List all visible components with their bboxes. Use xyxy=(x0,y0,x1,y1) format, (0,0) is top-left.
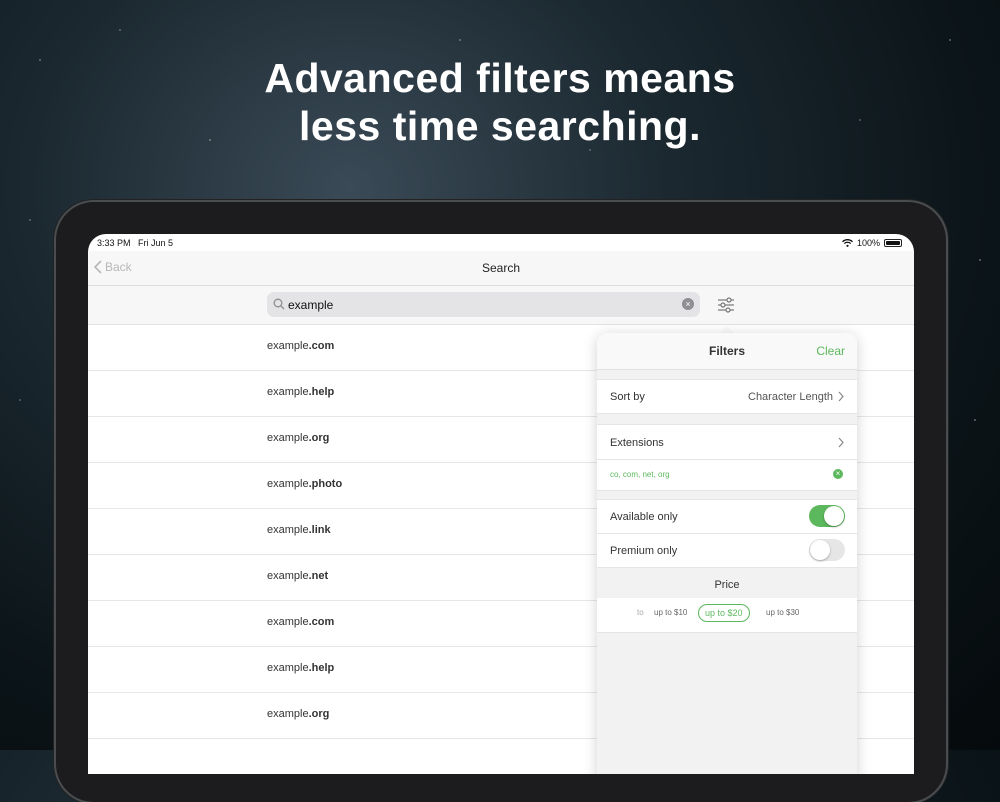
battery-icon xyxy=(884,239,902,247)
status-time: 3:33 PM Fri Jun 5 xyxy=(97,238,174,248)
wifi-icon xyxy=(842,239,853,247)
price-option-partial[interactable]: to xyxy=(637,608,644,617)
available-only-label: Available only xyxy=(610,511,678,523)
clear-circle-icon[interactable]: × xyxy=(682,298,694,310)
sort-by-value: Character Length xyxy=(748,391,833,403)
status-bar: 3:33 PM Fri Jun 5 100% xyxy=(88,234,914,251)
chevron-right-icon xyxy=(838,437,844,448)
search-field[interactable]: × xyxy=(267,292,700,317)
page-title: Search xyxy=(481,261,521,275)
result-name: example.help xyxy=(267,662,335,674)
toggle-knob xyxy=(824,506,844,526)
headline-line-1: Advanced filters means xyxy=(264,55,736,101)
status-right: 100% xyxy=(842,238,902,248)
filters-popover: Filters Clear Sort by Character Length E… xyxy=(597,333,857,774)
price-option-10[interactable]: up to $10 xyxy=(654,608,687,617)
search-bar: × xyxy=(88,286,914,325)
clear-filters-button[interactable]: Clear xyxy=(816,344,845,358)
price-label: Price xyxy=(714,579,740,591)
result-name: example.net xyxy=(267,570,329,582)
premium-only-toggle[interactable] xyxy=(809,539,845,561)
price-option-20[interactable]: up to $20 xyxy=(698,604,750,622)
popover-header: Filters Clear xyxy=(597,333,857,370)
headline: Advanced filters means less time searchi… xyxy=(0,54,1000,150)
search-icon xyxy=(273,298,285,310)
battery-percent: 100% xyxy=(856,238,880,248)
headline-line-2: less time searching. xyxy=(299,103,701,149)
premium-only-label: Premium only xyxy=(610,545,678,557)
extensions-label: Extensions xyxy=(610,437,664,449)
result-name: example.photo xyxy=(267,478,343,490)
clear-extensions-icon[interactable]: × xyxy=(833,469,843,479)
ipad-screen: 3:33 PM Fri Jun 5 100% Back Search examp… xyxy=(88,234,914,774)
result-name: example.org xyxy=(267,708,330,720)
sort-by-label: Sort by xyxy=(610,391,645,403)
extensions-selection-row: co, com, net, org × xyxy=(597,460,857,491)
chevron-right-icon xyxy=(838,391,844,402)
price-options: to up to $10 up to $20 up to $30 xyxy=(597,598,857,633)
result-name: example.com xyxy=(267,340,335,352)
navigation-bar: Back Search xyxy=(88,251,914,286)
filter-sliders-icon[interactable] xyxy=(716,296,736,314)
result-name: example.link xyxy=(267,524,331,536)
extensions-row[interactable]: Extensions xyxy=(597,424,857,460)
available-only-row: Available only xyxy=(597,499,857,534)
selected-extensions: co, com, net, org xyxy=(610,470,670,479)
premium-only-row: Premium only xyxy=(597,534,857,568)
toggle-knob xyxy=(810,540,830,560)
result-name: example.help xyxy=(267,386,335,398)
result-name: example.org xyxy=(267,432,330,444)
sort-by-row[interactable]: Sort by Character Length xyxy=(597,379,857,414)
price-option-30[interactable]: up to $30 xyxy=(766,608,799,617)
price-section-header: Price xyxy=(597,568,857,598)
search-input[interactable] xyxy=(288,295,668,314)
result-name: example.com xyxy=(267,616,335,628)
available-only-toggle[interactable] xyxy=(809,505,845,527)
